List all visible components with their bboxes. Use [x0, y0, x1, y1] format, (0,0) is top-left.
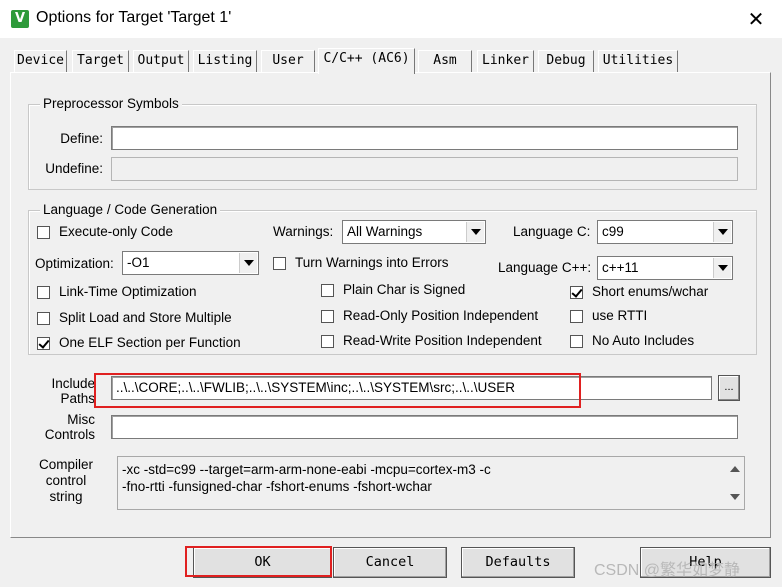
- tab-utilities[interactable]: Utilities: [598, 50, 678, 72]
- compiler-label-line3: string: [49, 489, 83, 504]
- csdn-watermark: CSDN @繁华如梦静: [594, 562, 741, 579]
- chevron-down-icon[interactable]: [466, 222, 484, 242]
- plain-char-box[interactable]: [321, 284, 334, 297]
- compiler-control-string-text[interactable]: -xc -std=c99 --target=arm-arm-none-eabi …: [117, 456, 745, 510]
- language-c-label: Language C:: [513, 224, 591, 239]
- keil-app-icon: V: [11, 10, 29, 28]
- tab-linker[interactable]: Linker: [477, 50, 534, 72]
- warnings-label: Warnings:: [273, 224, 334, 239]
- define-input[interactable]: [111, 126, 738, 150]
- language-c-value: c99: [602, 224, 624, 239]
- tab-panel: Preprocessor Symbols Define: Undefine: L…: [10, 72, 771, 538]
- tab-listing[interactable]: Listing: [193, 50, 257, 72]
- misc-label-line1: Misc: [67, 412, 95, 427]
- title-bar: V Options for Target 'Target 1' ✕: [0, 0, 782, 38]
- tab-c-cpp-ac6[interactable]: C/C++ (AC6): [318, 48, 415, 74]
- link-time-box[interactable]: [37, 286, 50, 299]
- tab-target[interactable]: Target: [72, 50, 129, 72]
- include-paths-input[interactable]: ..\..\CORE;..\..\FWLIB;..\..\SYSTEM\inc;…: [111, 376, 712, 400]
- no-auto-includes-box[interactable]: [570, 335, 583, 348]
- execute-only-label: Execute-only Code: [59, 224, 174, 239]
- define-label: Define:: [60, 131, 103, 146]
- scroll-up-icon[interactable]: [730, 466, 740, 472]
- ro-position-label: Read-Only Position Independent: [343, 308, 539, 323]
- ok-button[interactable]: OK: [193, 547, 332, 578]
- split-load-label: Split Load and Store Multiple: [59, 310, 232, 325]
- warnings-select[interactable]: All Warnings: [342, 220, 486, 244]
- one-elf-box[interactable]: [37, 337, 50, 350]
- undefine-input[interactable]: [111, 157, 738, 181]
- window-title: Options for Target 'Target 1': [36, 9, 232, 26]
- scroll-down-icon[interactable]: [730, 494, 740, 500]
- tab-user[interactable]: User: [261, 50, 315, 72]
- no-auto-includes-label: No Auto Includes: [592, 333, 695, 348]
- optimization-value: -O1: [127, 255, 150, 270]
- compiler-label-line2: control: [45, 473, 87, 488]
- rw-position-box[interactable]: [321, 335, 334, 348]
- misc-controls-input[interactable]: [111, 415, 738, 439]
- include-label-line1: Include: [51, 376, 95, 391]
- split-load-box[interactable]: [37, 312, 50, 325]
- plain-char-label: Plain Char is Signed: [343, 282, 466, 297]
- misc-label-line2: Controls: [44, 427, 95, 442]
- optimization-select[interactable]: -O1: [122, 251, 259, 275]
- include-paths-browse-button[interactable]: ...: [718, 375, 740, 401]
- one-elf-label: One ELF Section per Function: [59, 335, 241, 350]
- include-paths-label: Include Paths: [31, 376, 95, 406]
- include-label-line2: Paths: [60, 391, 95, 406]
- language-cpp-value: c++11: [602, 260, 639, 275]
- rw-position-label: Read-Write Position Independent: [343, 333, 542, 348]
- compiler-string-line1: -xc -std=c99 --target=arm-arm-none-eabi …: [122, 462, 491, 477]
- use-rtti-box[interactable]: [570, 310, 583, 323]
- optimization-label: Optimization:: [35, 256, 114, 271]
- compiler-string-scrollbar[interactable]: [726, 458, 743, 508]
- tab-debug[interactable]: Debug: [538, 50, 594, 72]
- turn-warnings-label: Turn Warnings into Errors: [295, 255, 449, 270]
- warnings-value: All Warnings: [347, 224, 423, 239]
- compiler-control-string-label: Compiler control string: [35, 457, 97, 505]
- tab-asm[interactable]: Asm: [418, 50, 472, 72]
- ro-position-box[interactable]: [321, 310, 334, 323]
- chevron-down-icon[interactable]: [713, 258, 731, 278]
- execute-only-box[interactable]: [37, 226, 50, 239]
- short-enums-box[interactable]: [570, 286, 583, 299]
- link-time-label: Link-Time Optimization: [59, 284, 197, 299]
- defaults-button[interactable]: Defaults: [461, 547, 575, 578]
- use-rtti-label: use RTTI: [592, 308, 648, 323]
- language-cpp-select[interactable]: c++11: [597, 256, 733, 280]
- misc-controls-label: Misc Controls: [31, 412, 95, 442]
- short-enums-label: Short enums/wchar: [592, 284, 709, 299]
- chevron-down-icon[interactable]: [713, 222, 731, 242]
- language-group-title: Language / Code Generation: [40, 202, 221, 217]
- language-c-select[interactable]: c99: [597, 220, 733, 244]
- language-cpp-label: Language C++:: [498, 260, 592, 275]
- turn-warnings-box[interactable]: [273, 257, 286, 270]
- compiler-string-line2: -fno-rtti -funsigned-char -fshort-enums …: [122, 479, 432, 494]
- tab-device[interactable]: Device: [14, 50, 67, 72]
- undefine-label: Undefine:: [45, 161, 103, 176]
- cancel-button[interactable]: Cancel: [333, 547, 447, 578]
- preprocessor-group-title: Preprocessor Symbols: [40, 96, 182, 111]
- tab-output[interactable]: Output: [133, 50, 189, 72]
- chevron-down-icon[interactable]: [239, 253, 257, 273]
- compiler-label-line1: Compiler: [38, 457, 93, 472]
- close-icon[interactable]: ✕: [742, 6, 770, 32]
